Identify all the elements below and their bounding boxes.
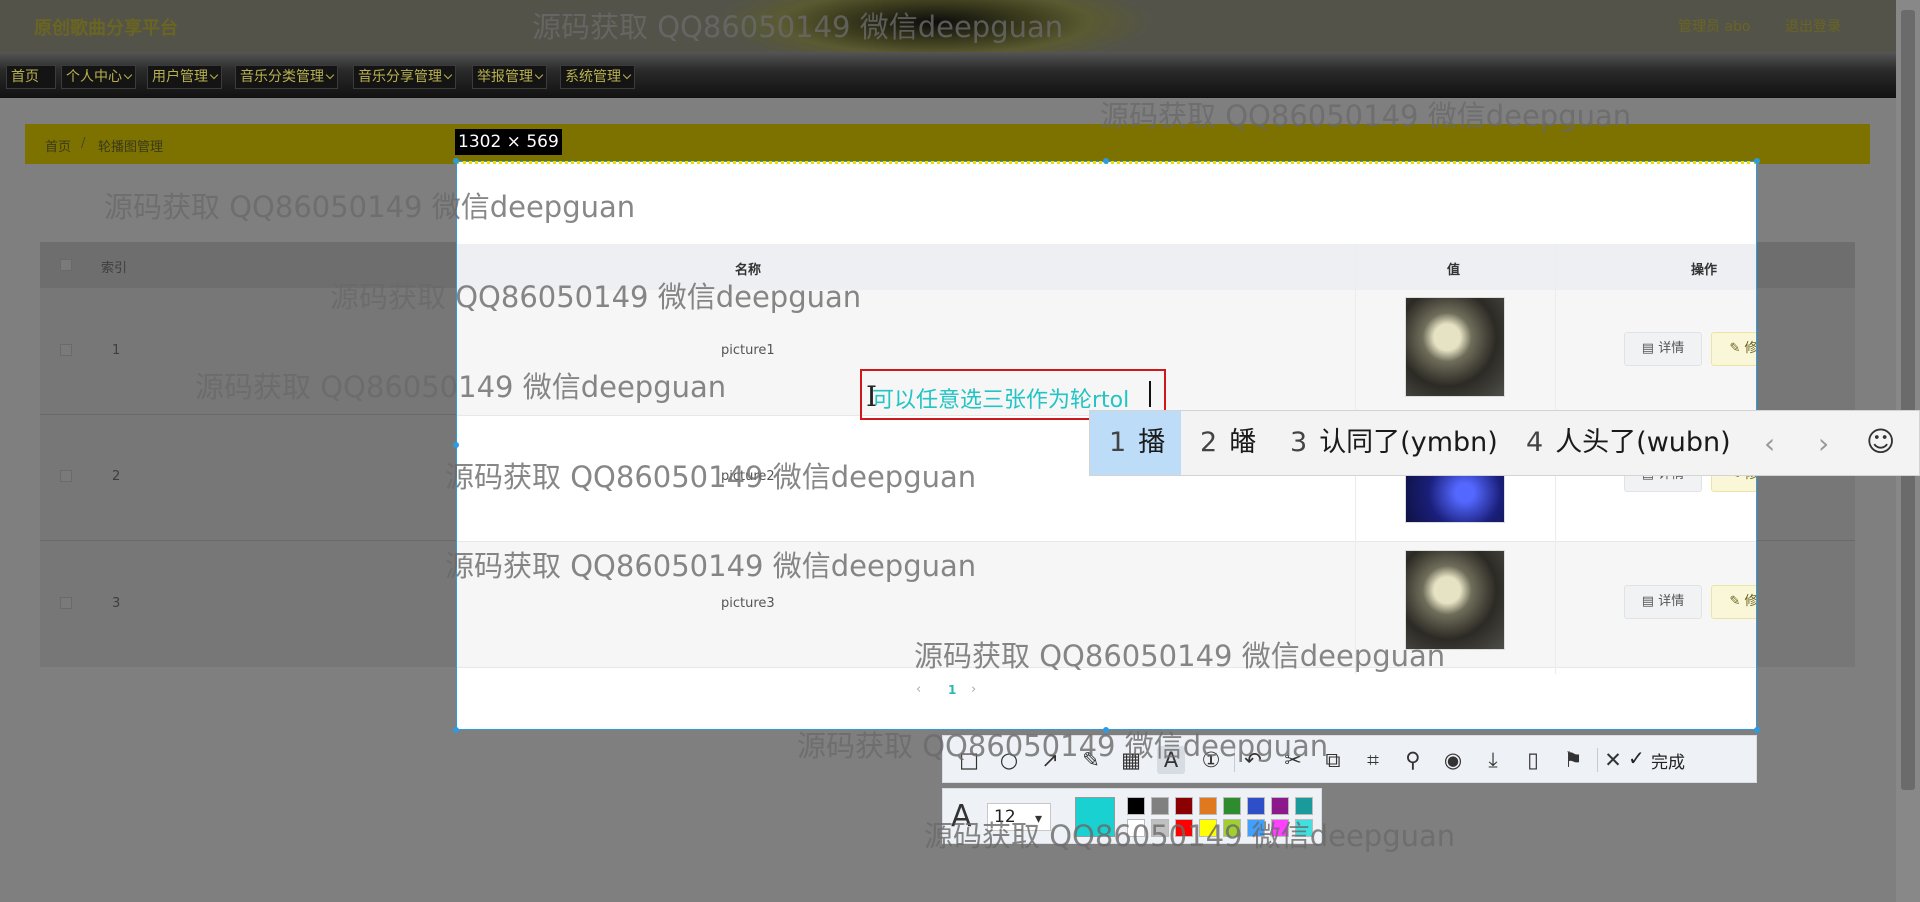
text-caret: [1149, 381, 1151, 407]
watermark: 源码获取 QQ86050149 微信deepguan: [104, 190, 636, 224]
nav-report[interactable]: 举报管理: [472, 65, 547, 89]
watermark: 源码获取 QQ86050149 微信deepguan: [1100, 99, 1632, 133]
row-name: picture1: [721, 343, 775, 358]
background-header-index: 索引: [101, 261, 128, 276]
ime-candidate[interactable]: 3 认同了(ymbn): [1290, 411, 1498, 475]
emoji-icon[interactable]: ☺: [1866, 425, 1895, 458]
row-checkbox[interactable]: [60, 597, 72, 609]
nav-user-management[interactable]: 用户管理: [147, 65, 222, 89]
ibeam-cursor-icon: I: [866, 380, 878, 413]
close-icon[interactable]: ✕: [1599, 746, 1627, 774]
ime-next-page-icon[interactable]: ›: [1818, 427, 1829, 460]
watermark: 源码获取 QQ86050149 微信deepguan: [797, 729, 1329, 763]
select-all-checkbox[interactable]: [60, 259, 72, 271]
chevron-down-icon: [534, 70, 544, 80]
pager-prev[interactable]: ‹: [916, 682, 921, 697]
mobile-icon[interactable]: ▯: [1519, 746, 1547, 774]
selection-size-label: 1302 × 569: [455, 129, 562, 155]
page-scrollbar[interactable]: [1901, 10, 1915, 790]
download-icon[interactable]: ⤓: [1479, 746, 1507, 774]
watermark: 源码获取 QQ86050149 微信deepguan: [445, 460, 977, 494]
header-action: 操作: [1691, 263, 1718, 278]
resize-handle[interactable]: [453, 727, 459, 733]
chevron-down-icon: [209, 70, 219, 80]
nav-music-category[interactable]: 音乐分类管理: [235, 65, 338, 89]
row-index: 1: [112, 343, 121, 358]
app-title: 原创歌曲分享平台: [34, 18, 178, 39]
row-index: 2: [112, 469, 121, 484]
chevron-down-icon: [622, 70, 632, 80]
ime-candidate[interactable]: 4 人头了(wubn): [1526, 411, 1731, 475]
edit-button[interactable]: ✎ 修改: [1711, 332, 1756, 366]
watermark: 源码获取 QQ86050149 微信deepguan: [924, 819, 1456, 853]
row-index: 3: [112, 596, 121, 611]
ime-candidate[interactable]: 2皤: [1200, 411, 1256, 475]
edit-button[interactable]: ✎ 修改: [1711, 585, 1756, 619]
carousel-thumbnail[interactable]: [1405, 297, 1505, 397]
pin-icon[interactable]: ⚲: [1399, 746, 1427, 774]
nav-home[interactable]: 首页: [6, 65, 56, 89]
chevron-down-icon: [123, 70, 133, 80]
nav-system[interactable]: 系统管理: [560, 65, 635, 89]
resize-handle[interactable]: [453, 158, 459, 164]
watermark: 源码获取 QQ86050149 微信deepguan: [914, 639, 1446, 673]
watermark: 源码获取 QQ86050149 微信deepguan: [532, 10, 1064, 44]
header-value: 值: [1447, 263, 1461, 278]
detail-button[interactable]: ▤ 详情: [1624, 585, 1702, 619]
main-nav: 首页 个人中心 用户管理 音乐分类管理 音乐分享管理 举报管理 系统管理: [0, 52, 1920, 98]
chevron-down-icon: [325, 70, 335, 80]
detail-button[interactable]: ▤ 详情: [1624, 332, 1702, 366]
resize-handle[interactable]: [1103, 158, 1109, 164]
resize-handle[interactable]: [1754, 727, 1760, 733]
ime-prev-page-icon[interactable]: ‹: [1764, 427, 1775, 460]
row-checkbox[interactable]: [60, 344, 72, 356]
row-checkbox[interactable]: [60, 470, 72, 482]
nav-personal-center[interactable]: 个人中心: [61, 65, 136, 89]
nav-music-share[interactable]: 音乐分享管理: [353, 65, 456, 89]
scan-icon[interactable]: ⌗: [1359, 746, 1387, 774]
toolbar-divider: [1597, 748, 1598, 772]
breadcrumb-current: 轮播图管理: [98, 140, 164, 155]
pager-current-page[interactable]: 1: [948, 683, 956, 697]
logout-link[interactable]: 退出登录: [1785, 16, 1841, 36]
breadcrumb-home[interactable]: 首页: [45, 136, 71, 155]
pager-next[interactable]: ›: [971, 682, 976, 697]
resize-handle[interactable]: [453, 442, 459, 448]
current-user: 管理员 abo: [1678, 19, 1751, 35]
done-button[interactable]: 完成: [1651, 748, 1685, 773]
chevron-down-icon: [443, 70, 453, 80]
breadcrumb-separator: /: [81, 136, 86, 151]
bookmark-icon[interactable]: ⚑: [1559, 746, 1587, 774]
row-name: picture3: [721, 596, 775, 611]
watermark: 源码获取 QQ86050149 微信deepguan: [195, 370, 727, 404]
ime-candidate[interactable]: 1播: [1090, 411, 1181, 475]
watermark: 源码获取 QQ86050149 微信deepguan: [445, 549, 977, 583]
record-icon[interactable]: ◉: [1439, 746, 1467, 774]
check-icon[interactable]: ✓: [1628, 746, 1645, 770]
watermark: 源码获取 QQ86050149 微信deepguan: [330, 280, 862, 314]
ime-candidate-window: 1播 2皤 3 认同了(ymbn) 4 人头了(wubn) ‹ › ☺: [1089, 410, 1920, 476]
resize-handle[interactable]: [1754, 158, 1760, 164]
